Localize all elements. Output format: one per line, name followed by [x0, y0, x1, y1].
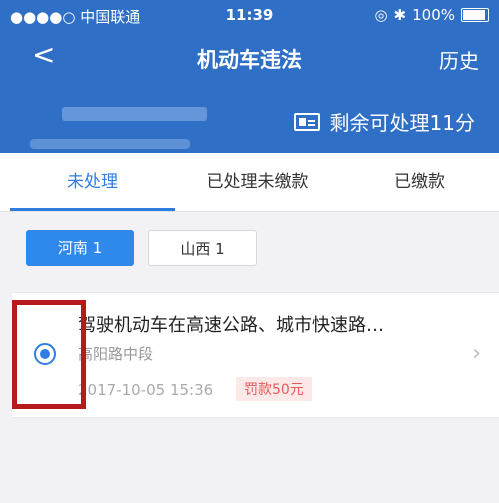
violation-card[interactable]: 驾驶机动车在高速公路、城市快速路… 高阳路中段 2017-10-05 15:36… [12, 292, 499, 418]
battery-percent: 100% [412, 6, 455, 24]
location-icon: ◎ [374, 6, 388, 24]
remaining-points-text: 剩余可处理11分 [329, 111, 475, 135]
vehicle-banner: 剩余可处理11分 [0, 85, 499, 153]
bluetooth-icon: ✱ [393, 6, 407, 24]
nav-bar: < 机动车违法 历史 [0, 30, 499, 85]
region-chip-henan[interactable]: 河南 1 [26, 230, 134, 266]
chevron-right-icon[interactable]: › [472, 341, 481, 366]
tab-underline [10, 208, 175, 211]
violation-location: 高阳路中段 [78, 345, 154, 363]
id-card-icon [293, 112, 320, 131]
remaining-points: 剩余可处理11分 [293, 107, 475, 136]
region-chip-shanxi[interactable]: 山西 1 [148, 230, 257, 266]
status-icons: ◎ ✱ 100% [374, 6, 489, 24]
page-title: 机动车违法 [197, 48, 302, 72]
violation-time: 2017-10-05 15:36 [78, 381, 214, 399]
battery-icon [461, 8, 489, 22]
empty-area [12, 418, 499, 503]
status-bar: ●●●●○ 中国联通 11:39 ◎ ✱ 100% [0, 0, 499, 30]
violation-title: 驾驶机动车在高速公路、城市快速路… [78, 315, 384, 336]
blurred-plate [62, 107, 207, 121]
tab-unprocessed[interactable]: 未处理 [10, 153, 175, 211]
status-tabs: 未处理 已处理未缴款 已缴款 [0, 153, 499, 212]
blurred-info [30, 139, 190, 149]
tab-processed-unpaid[interactable]: 已处理未缴款 [175, 153, 340, 211]
fine-badge: 罚款50元 [236, 377, 312, 401]
history-button[interactable]: 历史 [439, 45, 479, 74]
select-radio[interactable] [34, 343, 56, 365]
tab-paid[interactable]: 已缴款 [340, 153, 499, 211]
